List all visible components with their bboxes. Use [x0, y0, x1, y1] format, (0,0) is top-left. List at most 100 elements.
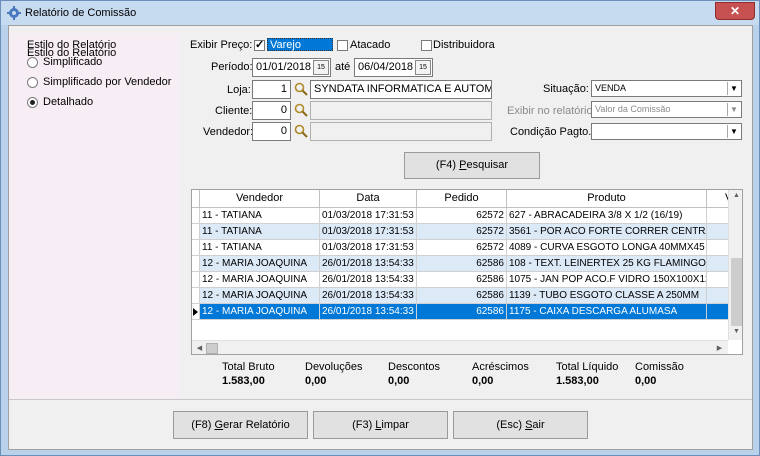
cell-vendedor: 12 - MARIA JOAQUINA — [200, 256, 320, 272]
vendedor-search-icon[interactable] — [294, 124, 308, 138]
loja-name-field: SYNDATA INFORMATICA E AUTOMAC — [310, 80, 492, 99]
devolucoes-value: 0,00 — [305, 375, 327, 387]
header-data[interactable]: Data — [320, 190, 417, 208]
row-indicator — [192, 224, 200, 240]
vendedor-code-input[interactable]: 0 — [252, 122, 291, 141]
search-button-prefix: (F4) — [435, 159, 460, 171]
search-button-hotkey: P — [459, 159, 467, 171]
table-row[interactable]: 12 - MARIA JOAQUINA 26/01/2018 13:54:33 62… — [192, 256, 737, 272]
vendedor-label: Vendedor: — [203, 126, 254, 138]
descontos-value: 0,00 — [388, 375, 410, 387]
title-bar: Relatório de Comissão ✕ — [1, 1, 759, 25]
exibir-relatorio-label: Exibir no relatório: — [507, 105, 596, 117]
vendedor-name-field — [310, 122, 492, 141]
varejo-label[interactable]: Varejo — [267, 38, 333, 51]
distribuidora-checkbox[interactable] — [421, 40, 432, 51]
scroll-down-icon[interactable]: ▼ — [729, 328, 742, 335]
app-gear-icon — [7, 6, 21, 20]
varejo-checkbox[interactable] — [254, 38, 265, 51]
radio-label: Simplificado — [43, 56, 103, 68]
table-row[interactable]: 12 - MARIA JOAQUINA 26/01/2018 13:54:33 62… — [192, 304, 737, 320]
situacao-value: VENDA — [595, 83, 627, 93]
cell-data: 01/03/2018 17:31:53 — [320, 224, 417, 240]
cell-produto: 627 - ABRACADEIRA 3/8 X 1/2 (16/19) — [507, 208, 707, 224]
cell-produto: 3561 - POR ACO FORTE CORRER CENTRAL — [507, 224, 707, 240]
cell-data: 01/03/2018 17:31:53 — [320, 208, 417, 224]
cell-pedido: 62586 — [417, 256, 507, 272]
atacado-checkbox[interactable] — [337, 40, 348, 51]
exibir-relatorio-value: Valor da Comissão — [595, 104, 671, 114]
comissao-value: 0,00 — [635, 375, 657, 387]
scroll-right-icon[interactable]: ▶ — [712, 344, 727, 352]
radio-simplificado[interactable]: Simplificado — [27, 55, 102, 69]
loja-search-icon[interactable] — [294, 82, 308, 96]
vertical-scrollbar[interactable]: ▲ ▼ — [728, 190, 742, 340]
radio-simplificado-vendedor[interactable]: Simplificado por Vendedor — [27, 75, 171, 89]
cell-pedido: 62572 — [417, 208, 507, 224]
scroll-thumb[interactable] — [731, 258, 742, 326]
cliente-search-icon[interactable] — [294, 103, 308, 117]
comissao-label: Comissão — [635, 361, 684, 373]
gerar-relatorio-button[interactable]: (F8) Gerar Relatório — [173, 411, 308, 439]
sair-button[interactable]: (Esc) Sair — [453, 411, 588, 439]
chevron-down-icon: ▼ — [727, 125, 740, 138]
cell-pedido: 62586 — [417, 288, 507, 304]
cell-data: 01/03/2018 17:31:53 — [320, 240, 417, 256]
loja-code-input[interactable]: 1 — [252, 80, 291, 99]
situacao-select[interactable]: VENDA ▼ — [591, 80, 742, 97]
scroll-left-icon[interactable]: ◀ — [192, 344, 207, 352]
gerar-hotkey: G — [214, 419, 224, 431]
report-style-heading: Estilo do Relatório — [27, 39, 117, 51]
header-pedido[interactable]: Pedido — [417, 190, 507, 208]
close-button[interactable]: ✕ — [715, 2, 755, 20]
total-bruto-label: Total Bruto — [222, 361, 275, 373]
cliente-code-input[interactable]: 0 — [252, 101, 291, 120]
row-indicator-icon — [192, 304, 200, 320]
calendar-to-icon[interactable]: 15 — [415, 60, 431, 75]
report-window: Relatório de Comissão ✕ Estilo do Relató… — [0, 0, 760, 456]
cell-pedido: 62572 — [417, 240, 507, 256]
calendar-from-icon[interactable]: 15 — [313, 60, 329, 75]
table-row[interactable]: 11 - TATIANA 01/03/2018 17:31:53 62572 3561… — [192, 224, 737, 240]
window-title: Relatório de Comissão — [25, 7, 137, 19]
radio-circle-icon — [27, 76, 38, 88]
header-vendedor[interactable]: Vendedor — [200, 190, 320, 208]
cell-produto: 1139 - TUBO ESGOTO CLASSE A 250MM — [507, 288, 707, 304]
sair-prefix: (Esc) — [496, 419, 526, 431]
radio-detalhado[interactable]: Detalhado — [27, 95, 93, 109]
scroll-up-icon[interactable]: ▲ — [729, 192, 742, 199]
header-produto[interactable]: Produto — [507, 190, 707, 208]
cell-vendedor: 11 - TATIANA — [200, 224, 320, 240]
cell-vendedor: 11 - TATIANA — [200, 208, 320, 224]
grid-header: Vendedor Data Pedido Produto V — [192, 190, 737, 208]
limpar-rest: impar — [381, 419, 409, 431]
search-button[interactable]: (F4) Pesquisar — [404, 152, 540, 179]
total-bruto-value: 1.583,00 — [222, 375, 265, 387]
cell-vendedor: 12 - MARIA JOAQUINA — [200, 304, 320, 320]
condicao-label: Condição Pagto.: — [510, 126, 595, 138]
cell-data: 26/01/2018 13:54:33 — [320, 272, 417, 288]
scroll-thumb-h[interactable] — [206, 343, 218, 354]
table-row[interactable]: 12 - MARIA JOAQUINA 26/01/2018 13:54:33 62… — [192, 288, 737, 304]
limpar-prefix: (F3) — [352, 419, 376, 431]
condicao-select[interactable]: ▼ — [591, 123, 742, 140]
situacao-label: Situação: — [543, 83, 589, 95]
row-indicator — [192, 272, 200, 288]
cliente-name-field — [310, 101, 492, 120]
table-row[interactable]: 12 - MARIA JOAQUINA 26/01/2018 13:54:33 62… — [192, 272, 737, 288]
report-style-panel: Estilo do Relatório Simplificado Simplif… — [9, 33, 179, 399]
horizontal-scrollbar[interactable]: ◀ ▶ — [192, 340, 728, 354]
cell-produto: 1075 - JAN POP ACO.F VIDRO 150X100X12 — [507, 272, 707, 288]
cliente-label: Cliente: — [215, 105, 253, 117]
table-row[interactable]: 11 - TATIANA 01/03/2018 17:31:53 62572 4089… — [192, 240, 737, 256]
exibir-relatorio-select[interactable]: Valor da Comissão ▼ — [591, 101, 742, 118]
radio-selected-icon — [27, 96, 38, 108]
cell-data: 26/01/2018 13:54:33 — [320, 304, 417, 320]
radio-label: Detalhado — [43, 96, 94, 108]
table-row[interactable]: 11 - TATIANA 01/03/2018 17:31:53 62572 627 … — [192, 208, 737, 224]
cell-vendedor: 11 - TATIANA — [200, 240, 320, 256]
row-indicator — [192, 288, 200, 304]
limpar-button[interactable]: (F3) Limpar — [313, 411, 448, 439]
cell-data: 26/01/2018 13:54:33 — [320, 288, 417, 304]
commission-grid[interactable]: Vendedor Data Pedido Produto V 11 - TATI… — [191, 189, 743, 355]
